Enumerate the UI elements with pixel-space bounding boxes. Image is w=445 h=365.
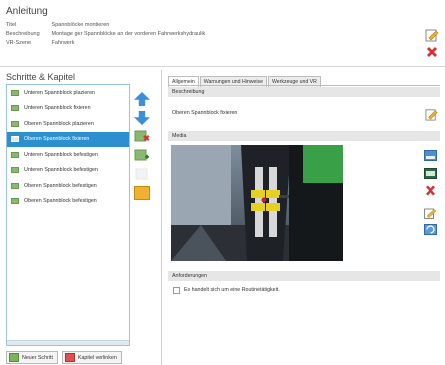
steps-chapters-title: Schritte & Kapitel xyxy=(6,72,76,82)
move-down-icon[interactable] xyxy=(134,111,150,125)
list-item[interactable]: Unteren Spannblock plazieren xyxy=(7,85,129,101)
new-step-icon xyxy=(9,353,19,362)
link-chapter-label: Kapitel verlinken xyxy=(77,354,117,361)
list-item-label: Unteren Spannblock befestigen xyxy=(24,167,98,174)
list-item[interactable]: Oberen Spannblock befestigen xyxy=(7,178,129,194)
vr-scene-value: Fahrwerk xyxy=(51,40,75,46)
list-item[interactable]: Unteren Spannblock befestigen xyxy=(7,163,129,179)
copy-step-icon[interactable] xyxy=(134,167,150,181)
media-image xyxy=(171,145,343,261)
steps-list[interactable]: Unteren Spannblock plazieren Unteren Spa… xyxy=(6,84,130,346)
delete-media-icon[interactable] xyxy=(424,185,437,196)
list-item-label: Unteren Spannblock fixieren xyxy=(24,105,91,112)
list-item[interactable]: Unteren Spannblock fixieren xyxy=(7,101,129,117)
list-item-label: Unteren Spannblock plazieren xyxy=(24,89,95,96)
edit-instruction-icon[interactable] xyxy=(425,28,439,42)
link-chapter-button[interactable]: Kapitel verlinken xyxy=(61,351,122,364)
description-value: Montage ger Spannblöcke an der vorderen … xyxy=(51,31,206,37)
left-bottom-toolbar: Neuer Schritt Kapitel verlinken xyxy=(6,351,122,364)
step-icon xyxy=(11,105,19,112)
chapter-folder-icon[interactable] xyxy=(134,186,150,200)
list-item[interactable]: Unteren Spannblock befestigen xyxy=(7,147,129,163)
pane-divider[interactable] xyxy=(161,70,162,365)
list-scrollbar[interactable] xyxy=(7,340,129,345)
move-up-icon[interactable] xyxy=(134,92,150,106)
header-row-vr-scene: VR-Szene Fahrwerk xyxy=(6,40,74,46)
media-image-icon[interactable] xyxy=(424,150,437,161)
header-separator xyxy=(0,66,445,67)
header-row-description: Beschreibung Montage ger Spannblöcke an … xyxy=(6,31,205,37)
title-value: Spannblöcke montieren xyxy=(51,22,110,28)
description-key: Beschreibung xyxy=(6,31,40,37)
header-row-title: Titel Spannblöcke montieren xyxy=(6,22,109,28)
media-preview xyxy=(171,145,343,261)
step-icon xyxy=(11,182,19,189)
routine-checkbox[interactable] xyxy=(173,287,180,294)
step-icon xyxy=(11,198,19,205)
step-icon xyxy=(11,151,19,158)
section-media: Media xyxy=(168,131,440,141)
edit-media-icon[interactable] xyxy=(424,208,437,219)
list-item[interactable]: Oberen Spannblock plazieren xyxy=(7,116,129,132)
list-item[interactable]: Oberen Spannblock befestigen xyxy=(7,194,129,210)
section-requirements: Anforderungen xyxy=(168,271,440,281)
list-item-label: Oberen Spannblock plazieren xyxy=(24,120,94,127)
list-item-selected[interactable]: Oberen Spannblock fixieren xyxy=(7,131,129,147)
app-window: Anleitung Titel Spannblöcke montieren Be… xyxy=(0,0,445,365)
section-description: Beschreibung xyxy=(168,87,440,97)
delete-step-icon[interactable] xyxy=(134,130,150,144)
step-icon xyxy=(11,167,19,174)
description-text: Oberen Spannblock fixieren xyxy=(172,110,238,116)
title-key: Titel xyxy=(6,22,17,28)
step-icon xyxy=(11,136,19,143)
step-icon xyxy=(11,89,19,96)
new-step-button[interactable]: Neuer Schritt xyxy=(6,351,58,364)
refresh-media-icon[interactable] xyxy=(424,224,437,235)
instruction-header: Anleitung Titel Spannblöcke montieren Be… xyxy=(0,0,445,64)
step-icon xyxy=(11,120,19,127)
edit-description-icon[interactable] xyxy=(424,108,439,121)
media-video-icon[interactable] xyxy=(424,168,437,179)
new-step-label: Neuer Schritt xyxy=(22,354,53,361)
routine-checkbox-label: Es handelt sich um eine Routinetätigkeit… xyxy=(184,287,280,293)
list-item-label: Oberen Spannblock befestigen xyxy=(24,198,97,205)
list-item-label: Oberen Spannblock befestigen xyxy=(24,182,97,189)
link-chapter-icon xyxy=(64,353,75,362)
list-item-label: Oberen Spannblock fixieren xyxy=(24,136,90,143)
add-step-icon[interactable] xyxy=(134,149,150,163)
vr-scene-key: VR-Szene xyxy=(6,40,32,46)
list-item-label: Unteren Spannblock befestigen xyxy=(24,151,98,158)
header-title: Anleitung xyxy=(6,6,48,17)
delete-instruction-icon[interactable] xyxy=(425,45,439,59)
